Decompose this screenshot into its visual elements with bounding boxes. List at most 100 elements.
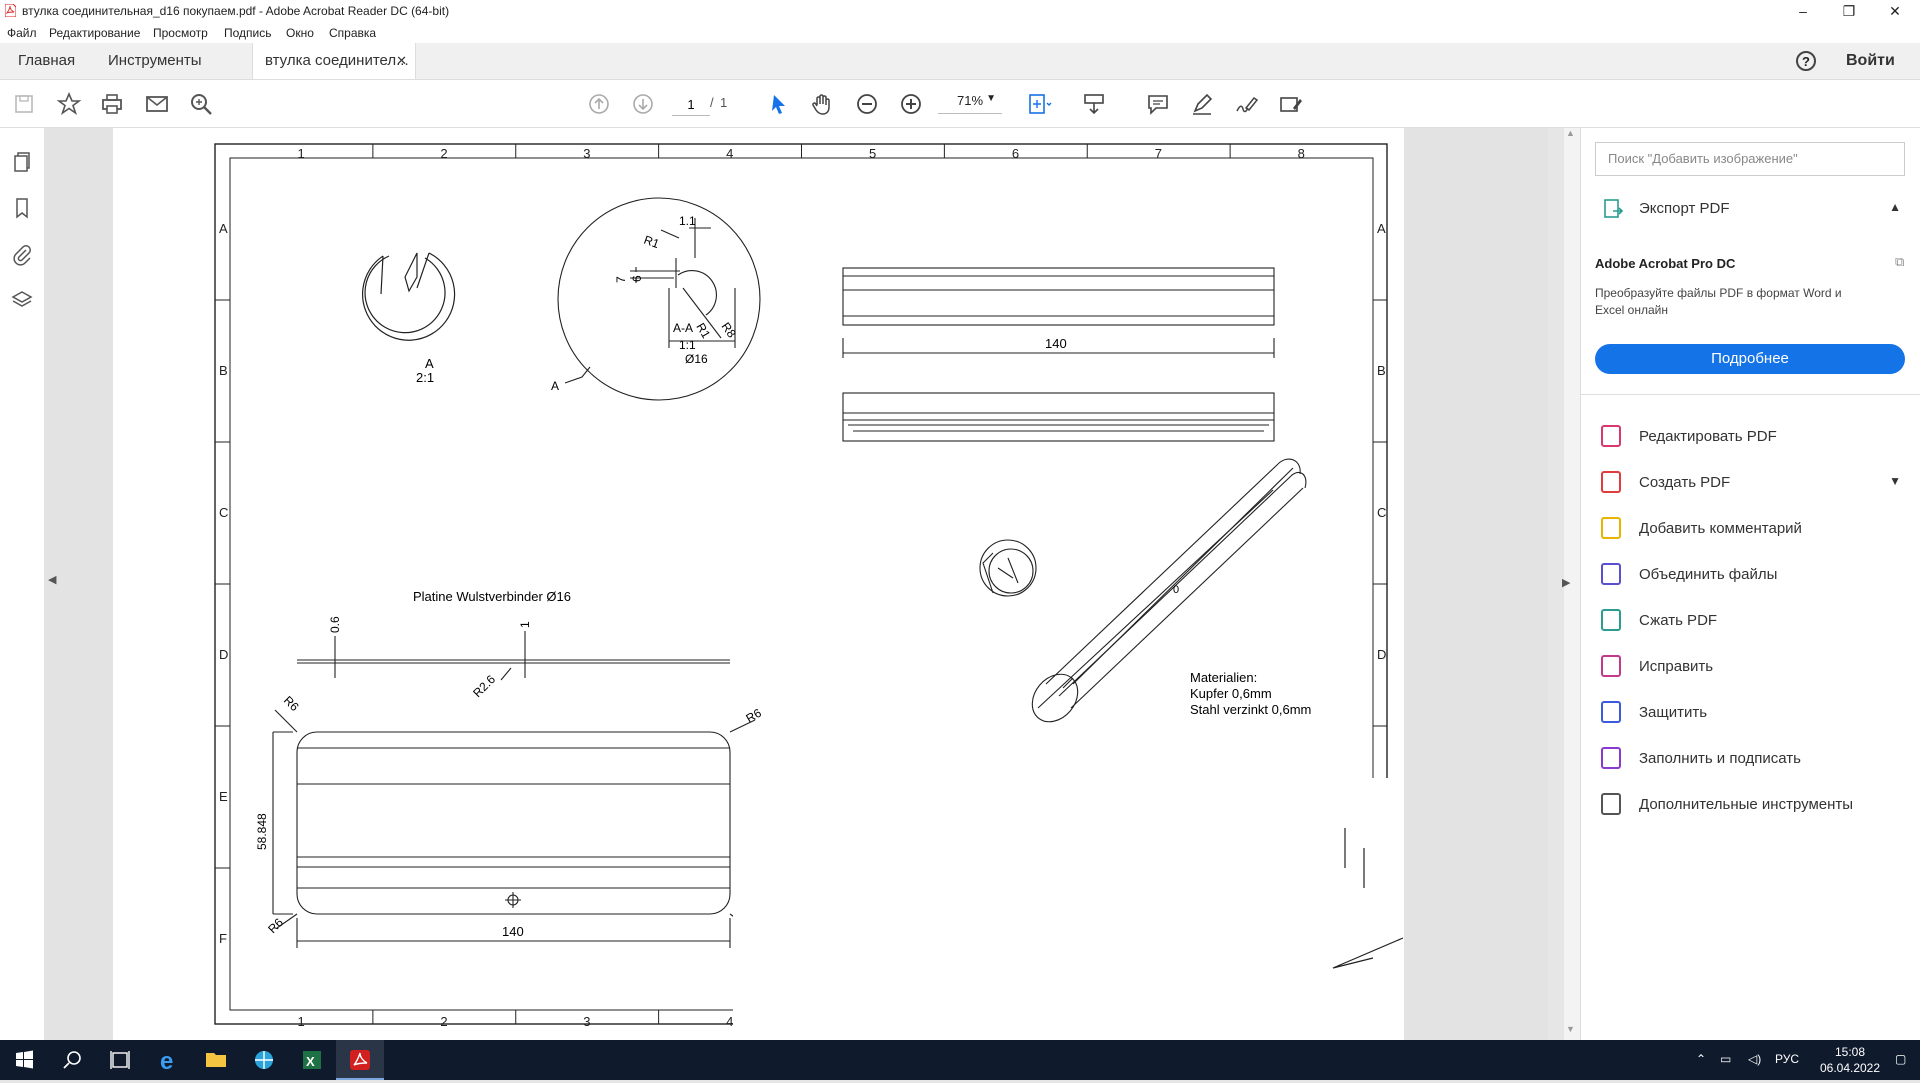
search-taskbar-icon[interactable] <box>48 1040 96 1080</box>
materials-line-2: Stahl verzinkt 0,6mm <box>1190 702 1311 717</box>
zoom-in-icon[interactable] <box>897 90 925 118</box>
zone-col-bottom-2: 2 <box>440 1014 447 1029</box>
toolbar: / 1 71%▼ <box>0 80 1920 128</box>
sign-in-button[interactable]: Войти <box>1846 52 1895 70</box>
fill-sign-tool-icon[interactable] <box>1276 90 1304 118</box>
fill-sign-icon <box>1601 747 1621 769</box>
collapse-left-panel-icon[interactable]: ◀ <box>48 573 56 586</box>
scroll-up-icon[interactable]: ▲ <box>1566 128 1575 138</box>
zone-col-top-4: 4 <box>726 146 733 161</box>
tab-close-button[interactable]: ✕ <box>396 43 407 79</box>
sign-icon[interactable] <box>1232 90 1260 118</box>
input-language[interactable]: РУС <box>1775 1052 1799 1066</box>
previous-page-icon[interactable] <box>585 90 613 118</box>
section-label: A-A <box>673 321 693 335</box>
dim-r6-bottom-left: R6 <box>265 915 286 936</box>
clock-date[interactable]: 06.04.2022 <box>1810 1061 1890 1075</box>
tab-home[interactable]: Главная <box>18 43 75 79</box>
dim-r6-top-right: R6 <box>744 706 765 726</box>
tool-item-label: Защитить <box>1639 704 1708 721</box>
taskbar: e X ⌃ ▭ ◁) РУС 15:08 06.04.2022 ▢ <box>0 1040 1920 1080</box>
scroll-mode-icon[interactable] <box>1080 90 1108 118</box>
highlight-pen-icon[interactable] <box>1188 90 1216 118</box>
bookmarks-icon[interactable] <box>10 196 34 220</box>
fit-page-icon[interactable] <box>1025 90 1053 118</box>
select-tool-icon[interactable] <box>765 90 793 118</box>
minimize-button[interactable]: – <box>1780 0 1826 22</box>
menu-view[interactable]: Просмотр <box>153 26 208 40</box>
iso-end-view <box>979 539 1037 597</box>
tool-item[interactable]: Дополнительные инструменты <box>1601 790 1901 820</box>
volume-icon[interactable]: ◁) <box>1748 1052 1761 1066</box>
menu-file[interactable]: Файл <box>7 26 37 40</box>
menu-sign[interactable]: Подпись <box>224 26 272 40</box>
zone-col-top-5: 5 <box>869 146 876 161</box>
clock-time[interactable]: 15:08 <box>1820 1045 1880 1059</box>
file-explorer-icon[interactable] <box>192 1040 240 1080</box>
export-pdf-label: Экспорт PDF <box>1639 200 1730 217</box>
excel-icon[interactable]: X <box>288 1040 336 1080</box>
network-status-icon[interactable]: ▭ <box>1720 1052 1731 1066</box>
maximize-button[interactable]: ❐ <box>1826 0 1872 22</box>
dim-6: 6 <box>630 275 644 282</box>
page-total: 1 <box>720 95 728 110</box>
tool-item[interactable]: Создать PDF ▼ <box>1601 468 1901 498</box>
task-view-icon[interactable] <box>96 1040 144 1080</box>
tool-item[interactable]: Объединить файлы <box>1601 560 1901 590</box>
hand-tool-icon[interactable] <box>809 90 837 118</box>
detail-scale: 2:1 <box>416 370 434 385</box>
chevron-up-icon[interactable]: ▲ <box>1889 200 1901 214</box>
menu-edit[interactable]: Редактирование <box>49 26 140 40</box>
page-number-input[interactable] <box>672 93 710 116</box>
comment-icon[interactable] <box>1144 90 1172 118</box>
dim-0-6: 0.6 <box>328 616 342 633</box>
network-app-icon[interactable] <box>240 1040 288 1080</box>
tool-item[interactable]: Исправить <box>1601 652 1901 682</box>
zoom-select[interactable]: 71% ▼ <box>938 93 1002 114</box>
dim-diameter-16: Ø16 <box>685 352 708 366</box>
email-icon[interactable] <box>143 90 171 118</box>
dismiss-promo-icon[interactable]: ⧉ <box>1895 254 1904 270</box>
page-thumbnails-icon[interactable] <box>10 150 34 174</box>
bookmark-star-icon[interactable] <box>55 90 83 118</box>
edit-pdf-icon <box>1601 425 1621 447</box>
search-icon[interactable] <box>187 90 215 118</box>
dim-1: 1 <box>518 621 532 628</box>
tool-item[interactable]: Сжать PDF <box>1601 606 1901 636</box>
print-icon[interactable] <box>98 90 126 118</box>
menu-window[interactable]: Окно <box>286 26 314 40</box>
edge-browser-icon[interactable]: e <box>144 1040 192 1080</box>
scroll-down-icon[interactable]: ▼ <box>1566 1024 1575 1034</box>
side-view <box>842 392 1275 442</box>
attachments-icon[interactable] <box>10 242 34 266</box>
tool-item-label: Заполнить и подписать <box>1639 750 1801 767</box>
save-icon[interactable] <box>10 90 38 118</box>
menu-help[interactable]: Справка <box>329 26 376 40</box>
chevron-down-icon[interactable]: ▼ <box>1889 474 1901 488</box>
layers-icon[interactable] <box>10 288 34 312</box>
expand-right-panel-icon[interactable]: ▶ <box>1562 576 1570 589</box>
next-page-icon[interactable] <box>629 90 657 118</box>
tab-tools[interactable]: Инструменты <box>108 43 202 79</box>
svg-text:e: e <box>160 1048 173 1075</box>
title-bar: втулка соединительная_d16 покупаем.pdf -… <box>0 0 1920 22</box>
start-button[interactable] <box>0 1040 48 1080</box>
tool-item[interactable]: Редактировать PDF <box>1601 422 1901 452</box>
acrobat-taskbar-icon[interactable] <box>336 1040 384 1080</box>
tools-search-input[interactable]: Поиск "Добавить изображение" <box>1595 142 1905 176</box>
close-window-button[interactable]: ✕ <box>1872 0 1918 22</box>
tool-item[interactable]: Заполнить и подписать <box>1601 744 1901 774</box>
zone-col-top-2: 2 <box>440 146 447 161</box>
dim-140-bottom: 140 <box>502 924 524 939</box>
learn-more-button[interactable]: Подробнее <box>1595 344 1905 374</box>
export-pdf-header[interactable]: Экспорт PDF ▲ <box>1601 194 1901 224</box>
notifications-icon[interactable]: ▢ <box>1895 1052 1906 1066</box>
dim-r2-6: R2.6 <box>470 672 498 700</box>
more-tools-icon <box>1601 793 1621 815</box>
help-button[interactable]: ? <box>1796 51 1816 71</box>
tool-item[interactable]: Защитить <box>1601 698 1901 728</box>
tab-document[interactable]: втулка соединител... ✕ <box>252 43 416 79</box>
tool-item[interactable]: Добавить комментарий <box>1601 514 1901 544</box>
tray-expand-icon[interactable]: ⌃ <box>1696 1052 1706 1066</box>
zoom-out-icon[interactable] <box>853 90 881 118</box>
